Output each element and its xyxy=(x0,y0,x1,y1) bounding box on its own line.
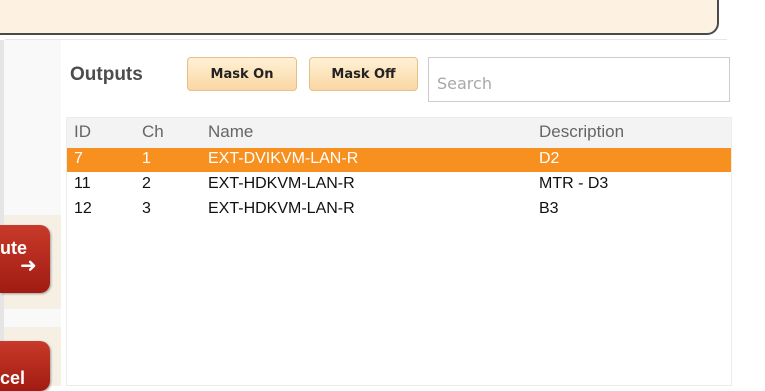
column-header-ch[interactable]: Ch xyxy=(142,122,164,142)
cell-ch: 2 xyxy=(142,175,151,192)
top-panel xyxy=(0,0,719,35)
route-button[interactable]: ute ➜ xyxy=(0,225,50,293)
table-row[interactable]: 11 2 EXT-HDKVM-LAN-R MTR - D3 xyxy=(67,173,731,197)
cell-name: EXT-DVIKVM-LAN-R xyxy=(208,150,359,167)
search-input[interactable]: Search xyxy=(428,57,730,102)
cell-ch: 3 xyxy=(142,200,151,217)
cell-description: B3 xyxy=(539,200,559,217)
cell-description: MTR - D3 xyxy=(539,175,609,192)
column-header-id[interactable]: ID xyxy=(74,122,91,142)
outputs-title: Outputs xyxy=(70,64,143,85)
divider xyxy=(5,39,727,40)
cell-description: D2 xyxy=(539,150,560,167)
cell-name: EXT-HDKVM-LAN-R xyxy=(208,175,355,192)
mask-off-button[interactable]: Mask Off xyxy=(309,57,418,91)
mask-on-button[interactable]: Mask On xyxy=(187,57,297,91)
cell-name: EXT-HDKVM-LAN-R xyxy=(208,200,355,217)
cell-id: 12 xyxy=(74,200,92,217)
table-row[interactable]: 7 1 EXT-DVIKVM-LAN-R D2 xyxy=(67,148,731,172)
outputs-table: ID Ch Name Description 7 1 EXT-DVIKVM-LA… xyxy=(66,117,732,386)
right-arrow-icon: ➜ xyxy=(20,255,37,277)
column-header-name[interactable]: Name xyxy=(208,122,253,142)
table-header: ID Ch Name Description xyxy=(67,118,731,148)
column-header-description[interactable]: Description xyxy=(539,122,624,142)
cancel-button[interactable]: cel xyxy=(0,341,50,391)
cell-id: 11 xyxy=(74,175,91,192)
cell-ch: 1 xyxy=(142,150,151,167)
cell-id: 7 xyxy=(74,150,83,167)
table-row[interactable]: 12 3 EXT-HDKVM-LAN-R B3 xyxy=(67,198,731,222)
